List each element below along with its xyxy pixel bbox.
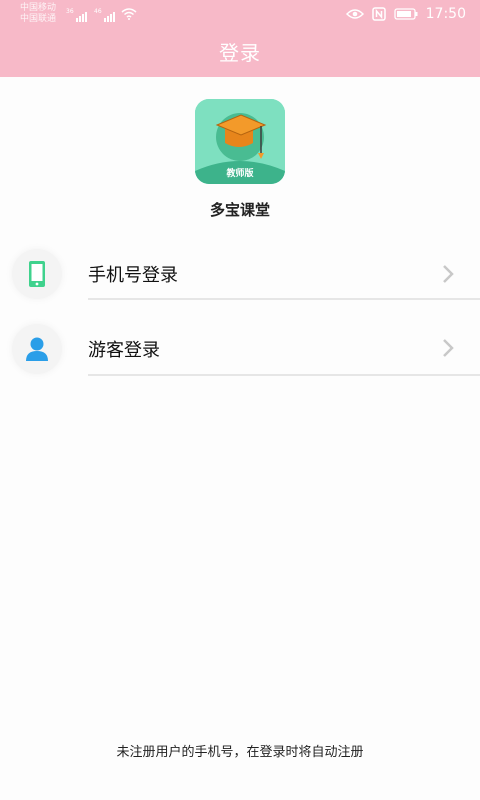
clock: 17:50 [425,6,466,22]
divider [88,374,480,376]
top-bar: 中国移动 中国联通 36 46 17:50 登录 [0,0,480,77]
signal-2-icon: 46 [94,8,115,22]
phone-icon [29,261,45,287]
battery-icon [393,8,418,20]
status-bar: 中国移动 中国联通 36 46 17:50 [0,0,480,30]
wifi-icon [121,8,137,20]
phone-icon-wrap [12,249,62,299]
status-right: 17:50 [345,6,466,22]
user-icon [26,337,48,361]
page-title: 登录 [219,41,261,65]
carrier-2: 中国联通 [20,14,57,24]
eye-icon [345,9,364,19]
auto-register-note: 未注册用户的手机号，在登录时将自动注册 [116,745,364,760]
app-name: 多宝课堂 [209,201,270,219]
phone-login-label: 手机号登录 [88,265,178,286]
carrier-1: 中国移动 [20,3,57,13]
guest-login-label: 游客登录 [88,340,160,361]
carrier-labels: 中国移动 中国联通 [20,3,56,25]
graduation-cap-icon: 教师版 [195,99,285,184]
nfc-icon [371,7,386,21]
signal-1-icon: 36 [66,8,87,22]
phone-login-option[interactable]: 手机号登录 [0,238,480,314]
app-logo: 教师版 [195,99,285,184]
chevron-right-icon [443,265,454,283]
divider [88,298,480,300]
logo-badge: 教师版 [225,167,253,179]
guest-login-option[interactable]: 游客登录 [0,312,480,388]
user-icon-wrap [12,324,62,374]
chevron-right-icon [443,339,454,357]
